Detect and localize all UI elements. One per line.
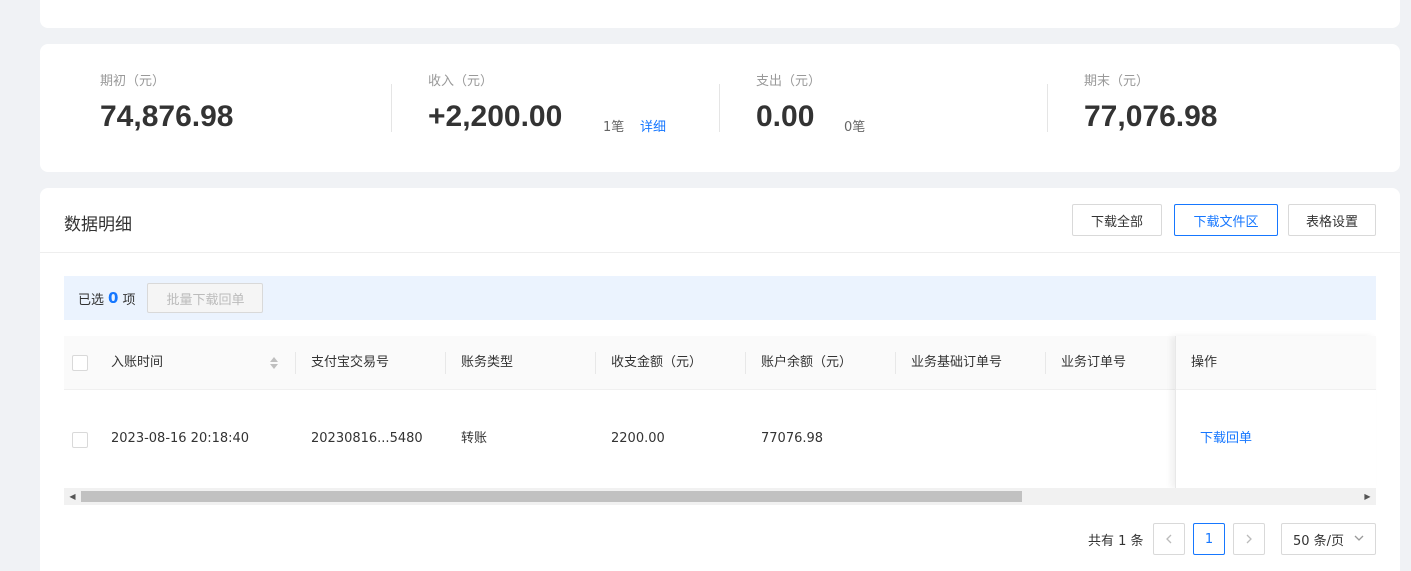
stat-opening-label: 期初（元）: [100, 74, 166, 89]
stat-opening-value: 74,876.98: [100, 100, 234, 133]
scroll-thumb[interactable]: [81, 491, 1022, 502]
column-header-base-order: 业务基础订单号: [911, 355, 1003, 370]
scroll-right-icon[interactable]: ▶: [1359, 488, 1376, 505]
stat-income-count: 1笔: [603, 120, 625, 135]
column-header-time: 入账时间: [111, 355, 164, 370]
details-table: 入账时间 支付宝交易号 账务类型 收支金额（元） 账户余额（元） 业务基础订单号…: [64, 336, 1376, 506]
stat-closing-label: 期末（元）: [1084, 74, 1150, 89]
table-settings-button[interactable]: 表格设置: [1288, 204, 1376, 236]
scroll-left-icon[interactable]: ◀: [64, 488, 81, 505]
column-separator: [1045, 352, 1046, 374]
page-size-value: 50 条/页: [1293, 533, 1345, 549]
row-checkbox[interactable]: [72, 432, 88, 448]
selection-suffix: 项: [122, 292, 136, 308]
column-separator: [595, 352, 596, 374]
stat-income-label: 收入（元）: [428, 74, 494, 89]
section-title: 数据明细: [64, 215, 132, 235]
download-area-button[interactable]: 下载文件区: [1174, 204, 1278, 236]
select-all-checkbox[interactable]: [72, 355, 88, 371]
horizontal-scrollbar[interactable]: ◀ ▶: [64, 488, 1376, 505]
pagination-total: 共有 1 条: [1088, 534, 1144, 549]
column-separator: [445, 352, 446, 374]
chevron-down-icon: [1354, 535, 1364, 541]
selection-prefix: 已选: [78, 292, 105, 308]
pagination-next-button[interactable]: [1233, 523, 1265, 555]
page-size-select[interactable]: 50 条/页: [1281, 523, 1376, 555]
chevron-left-icon: [1166, 534, 1172, 544]
stat-income-value: +2,200.00: [428, 100, 563, 133]
pagination-prev-button[interactable]: [1153, 523, 1185, 555]
income-detail-link[interactable]: 详细: [640, 116, 666, 135]
stat-expense-value: 0.00: [756, 100, 815, 133]
column-header-amount: 收支金额（元）: [611, 355, 703, 370]
cell-time: 2023-08-16 20:18:40: [111, 431, 250, 446]
selection-bar: 已选 0 项 批量下载回单: [64, 276, 1376, 320]
batch-download-button[interactable]: 批量下载回单: [147, 283, 264, 313]
summary-card: 期初（元） 74,876.98 收入（元） +2,200.00 1笔 详细 支出…: [40, 44, 1400, 172]
fixed-action-column: [1175, 336, 1376, 488]
stat-divider: [1047, 84, 1048, 132]
stat-closing-value: 77,076.98: [1084, 100, 1218, 133]
column-separator: [745, 352, 746, 374]
stat-expense-count: 0笔: [844, 120, 866, 135]
selection-count: 0: [108, 289, 119, 307]
cell-amount: 2200.00: [611, 431, 665, 446]
column-header-type: 账务类型: [461, 355, 514, 370]
header-divider: [40, 252, 1400, 253]
stat-expense-label: 支出（元）: [756, 74, 822, 89]
chevron-right-icon: [1246, 534, 1252, 544]
sort-icon[interactable]: [269, 356, 279, 370]
column-separator: [895, 352, 896, 374]
stat-divider: [719, 84, 720, 132]
cell-type: 转账: [461, 431, 488, 446]
download-all-button[interactable]: 下载全部: [1072, 204, 1162, 236]
column-separator: [295, 352, 296, 374]
pagination-page-button[interactable]: 1: [1193, 523, 1225, 555]
cell-balance: 77076.98: [761, 431, 824, 446]
column-header-order: 业务订单号: [1061, 355, 1127, 370]
column-header-trade-no: 支付宝交易号: [311, 355, 390, 370]
stat-divider: [391, 84, 392, 132]
cell-trade-no: 20230816...5480: [311, 431, 423, 446]
details-card: 数据明细 下载全部 下载文件区 表格设置 已选 0 项 批量下载回单 入账时间 …: [40, 188, 1400, 571]
top-card-partial: [40, 0, 1400, 28]
column-header-balance: 账户余额（元）: [761, 355, 853, 370]
